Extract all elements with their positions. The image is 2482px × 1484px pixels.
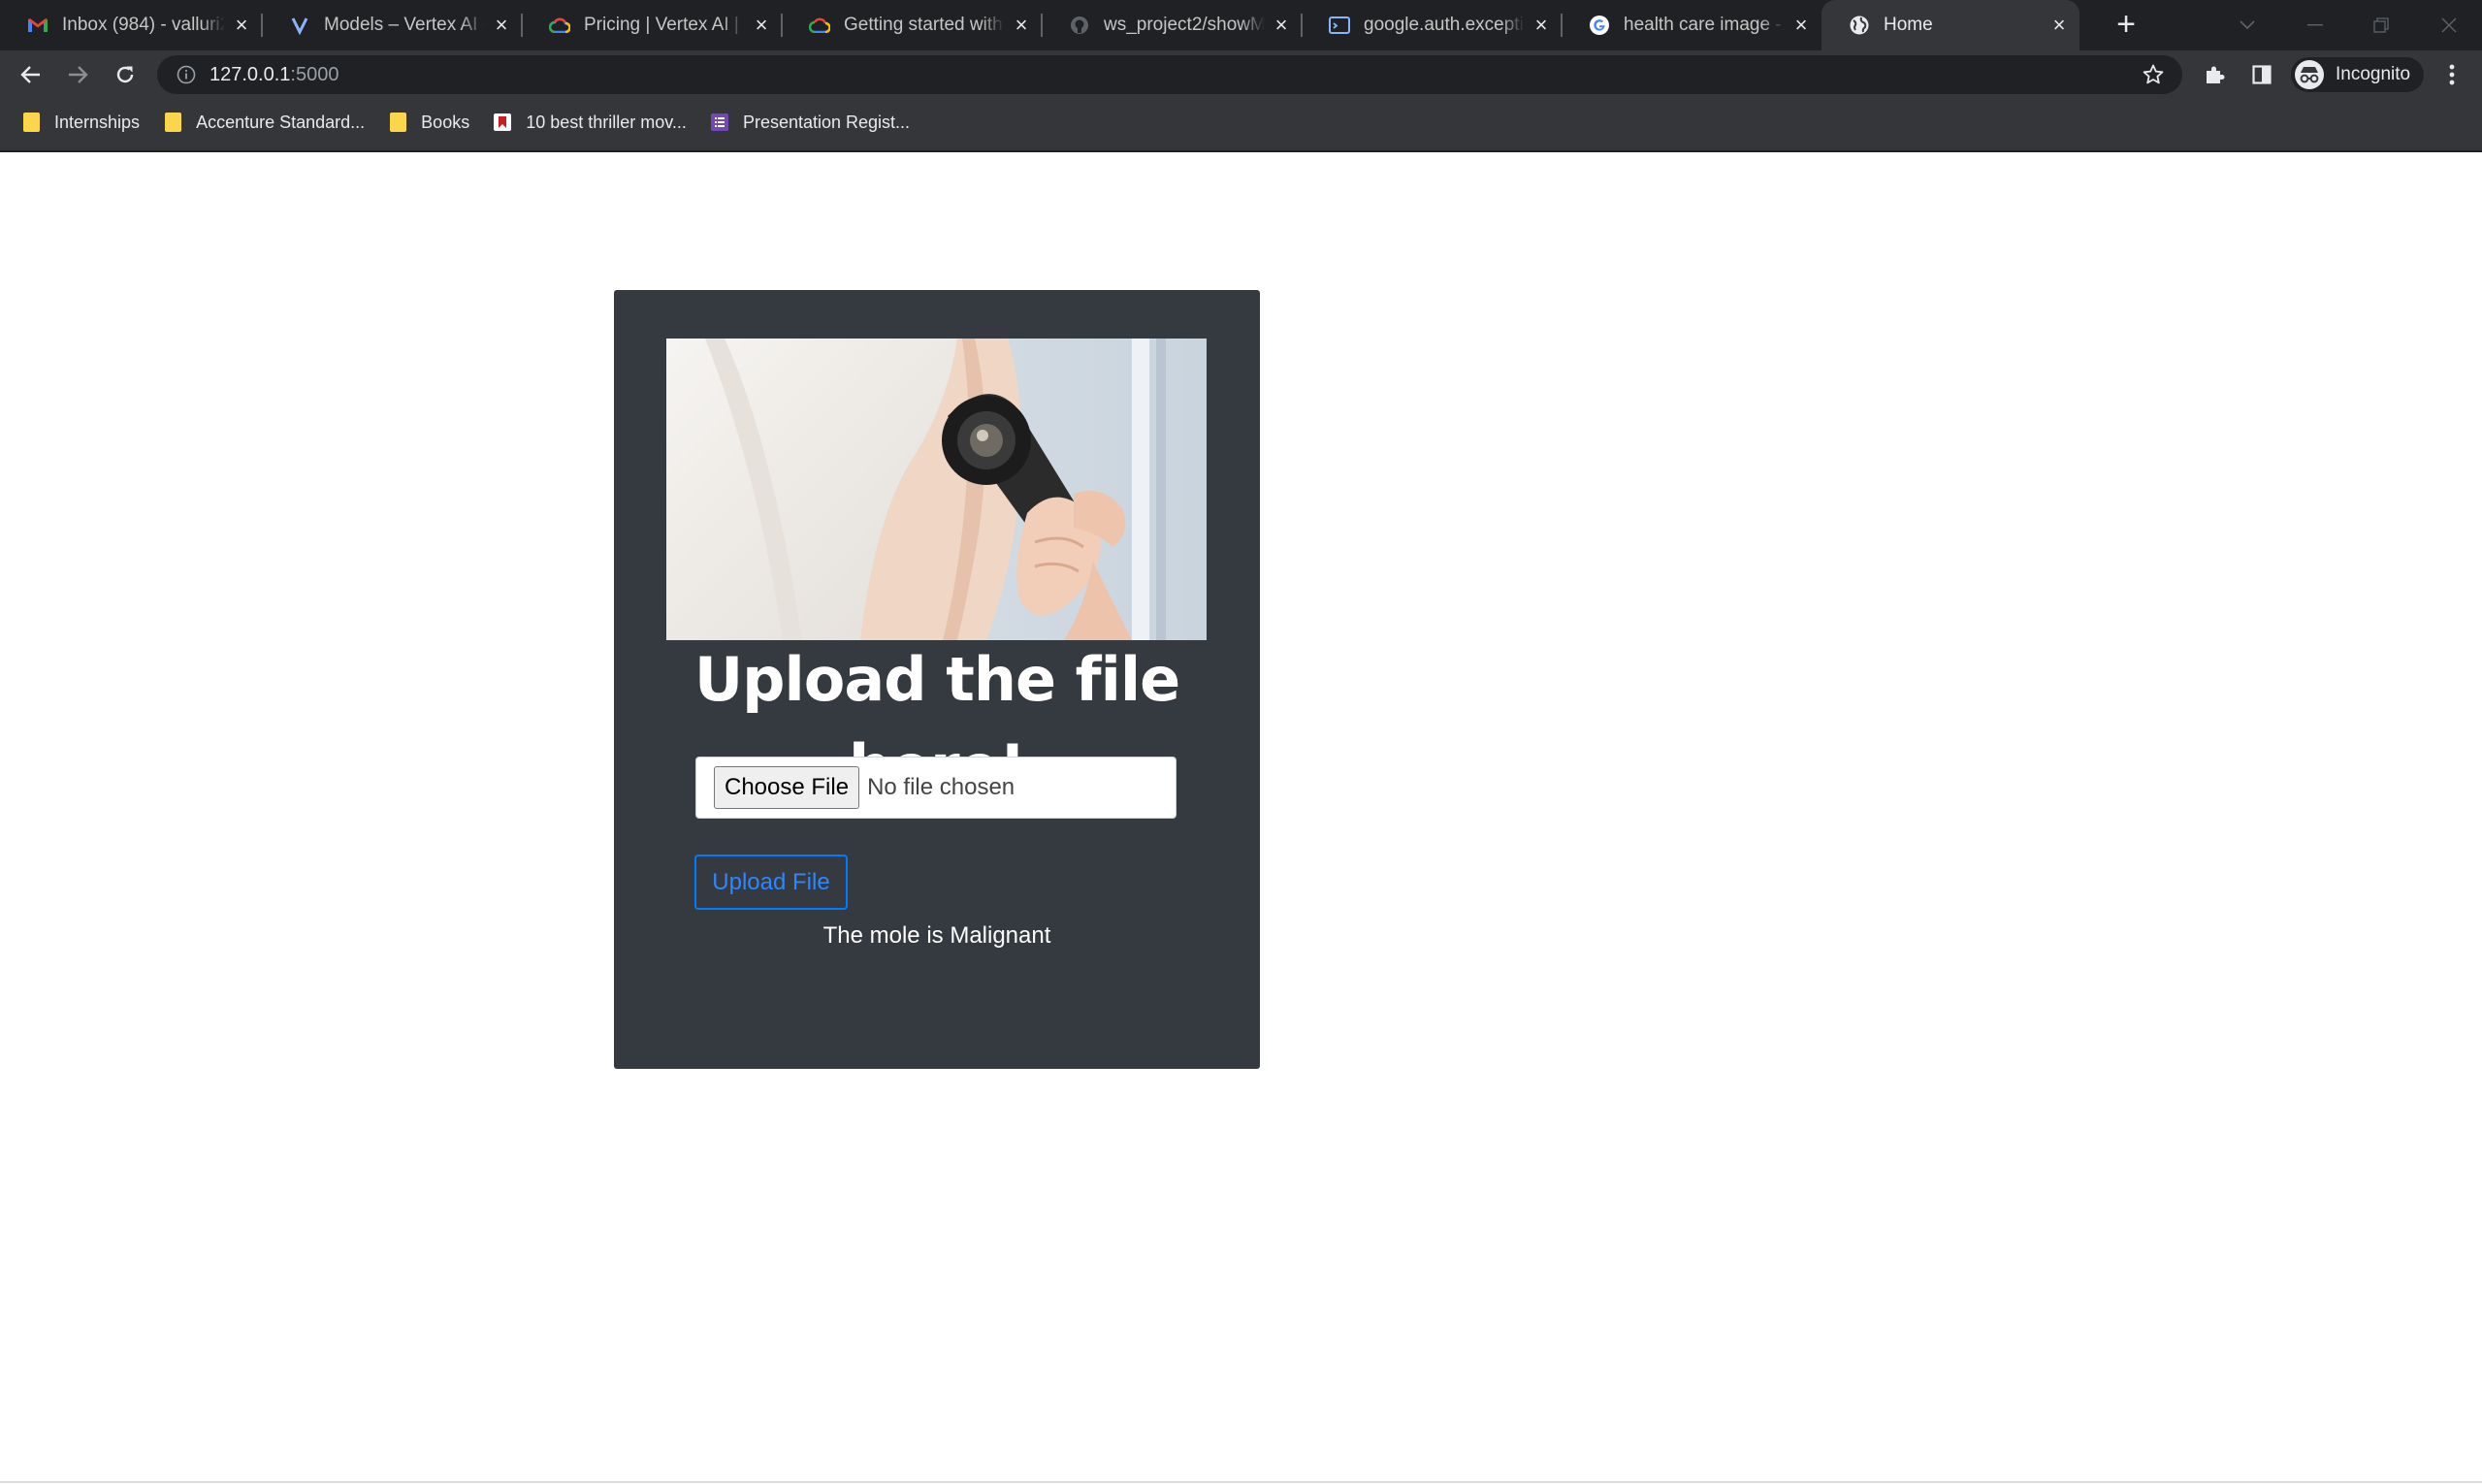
folder-icon	[163, 113, 182, 132]
github-icon	[1069, 15, 1090, 36]
gmail-icon	[27, 15, 48, 36]
bookmark-label: 10 best thriller mov...	[526, 112, 687, 132]
forward-button[interactable]	[61, 58, 94, 91]
tab-vertex-models[interactable]: Models – Vertex AI – p ×	[262, 0, 523, 50]
extensions-icon[interactable]	[2198, 58, 2231, 91]
side-panel-icon[interactable]	[2245, 58, 2278, 91]
close-window-icon[interactable]	[2432, 8, 2466, 43]
bookmarks-bar: Internships Accenture Standard... Books …	[0, 99, 2482, 145]
tab-title: health care image - G	[1624, 15, 1785, 35]
bookmark-presentation[interactable]: Presentation Regist...	[710, 113, 910, 133]
tab-gmail[interactable]: Inbox (984) - valluri2@ ×	[0, 0, 263, 50]
tab-getting-started[interactable]: Getting started with a ×	[782, 0, 1043, 50]
bookmark-label: Presentation Regist...	[742, 112, 911, 132]
new-tab-button[interactable]: +	[2111, 8, 2142, 41]
browser-toolbar: 127.0.0.1:5000 Incognito	[0, 50, 2482, 99]
prediction-result: The mole is Malignant	[822, 922, 1051, 949]
upload-file-button[interactable]: Upload File	[694, 855, 848, 910]
incognito-icon	[2295, 60, 2324, 89]
tab-google-auth[interactable]: google.auth.exceptio ×	[1302, 0, 1563, 50]
tab-title: Pricing | Vertex AI | G	[584, 15, 745, 35]
minimize-icon[interactable]	[2298, 8, 2333, 43]
bookmark-accenture[interactable]: Accenture Standard...	[163, 113, 365, 133]
bookmark-site-icon	[493, 113, 512, 132]
close-icon[interactable]: ×	[751, 15, 772, 36]
tab-github[interactable]: ws_project2/showMo ×	[1042, 0, 1303, 50]
upload-card: Upload the file here! Choose File No fil…	[614, 290, 1260, 1069]
back-button[interactable]	[15, 58, 48, 91]
bookmark-label: Books	[421, 112, 470, 132]
file-status-text: No file chosen	[867, 774, 1015, 800]
folder-icon	[388, 113, 407, 132]
incognito-label: Incognito	[2336, 64, 2411, 84]
vertex-ai-icon	[289, 15, 310, 36]
browser-chrome: Inbox (984) - valluri2@ × Models – Verte…	[0, 0, 2482, 152]
page-content: Upload the file here! Choose File No fil…	[0, 152, 2482, 1482]
restore-icon[interactable]	[2364, 8, 2399, 43]
tab-search-chevron-icon[interactable]	[2230, 8, 2265, 43]
site-info-icon[interactable]	[175, 63, 198, 86]
reload-button[interactable]	[109, 58, 142, 91]
bookmark-label: Accenture Standard...	[196, 112, 366, 132]
close-icon[interactable]: ×	[1531, 15, 1552, 36]
forms-icon	[710, 113, 729, 132]
tab-home-active[interactable]: Home ×	[1821, 0, 2079, 50]
dermatoscope-photo	[666, 339, 1207, 640]
file-input[interactable]: Choose File No file chosen	[695, 757, 1177, 819]
star-icon[interactable]	[2142, 63, 2165, 91]
tab-title: Models – Vertex AI – p	[324, 15, 485, 35]
url-port: :5000	[290, 63, 339, 85]
choose-file-button[interactable]: Choose File	[714, 766, 860, 809]
tab-title: Home	[1884, 15, 1933, 35]
url-text: 127.0.0.1:5000	[210, 64, 338, 86]
close-icon[interactable]: ×	[1011, 15, 1032, 36]
close-icon[interactable]: ×	[491, 15, 512, 36]
more-menu-icon[interactable]	[2435, 58, 2468, 91]
close-icon[interactable]: ×	[1790, 15, 1812, 36]
close-icon[interactable]: ×	[231, 15, 252, 36]
bookmark-internships[interactable]: Internships	[21, 113, 140, 133]
close-icon[interactable]: ×	[2048, 15, 2070, 36]
terminal-icon	[1329, 15, 1350, 36]
tab-strip: Inbox (984) - valluri2@ × Models – Verte…	[0, 0, 2482, 50]
tab-google-search[interactable]: health care image - G ×	[1562, 0, 1821, 50]
close-icon[interactable]: ×	[1271, 15, 1292, 36]
google-cloud-icon	[549, 15, 570, 36]
tab-title: ws_project2/showMo	[1104, 15, 1265, 35]
url-host: 127.0.0.1	[210, 63, 291, 85]
bookmark-thriller-movies[interactable]: 10 best thriller mov...	[493, 113, 687, 133]
tab-title: Inbox (984) - valluri2@	[62, 15, 225, 35]
bookmark-books[interactable]: Books	[388, 113, 469, 133]
google-icon	[1589, 15, 1610, 36]
google-cloud-icon	[809, 15, 830, 36]
tab-vertex-pricing[interactable]: Pricing | Vertex AI | G ×	[522, 0, 783, 50]
bookmark-label: Internships	[54, 112, 141, 132]
incognito-profile-button[interactable]: Incognito	[2291, 57, 2425, 92]
tab-title: google.auth.exceptio	[1364, 15, 1525, 35]
globe-icon	[1849, 15, 1870, 36]
window-bottom-border	[0, 1481, 2482, 1483]
tab-title: Getting started with a	[844, 15, 1005, 35]
address-bar[interactable]: 127.0.0.1:5000	[157, 55, 2182, 94]
folder-icon	[21, 113, 41, 132]
